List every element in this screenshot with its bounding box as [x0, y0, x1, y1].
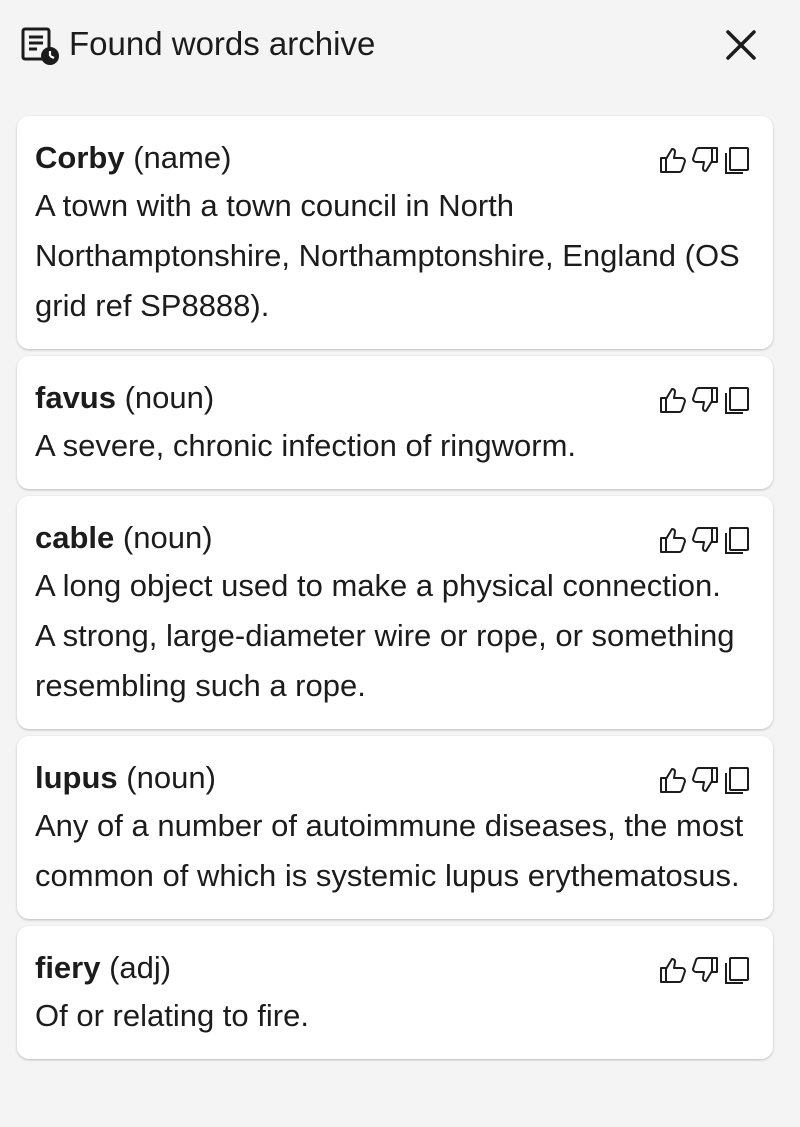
word-card: cable (noun) A long object used to make …: [17, 496, 773, 729]
header: Found words archive: [0, 0, 800, 90]
thumbs-up-icon[interactable]: [657, 764, 689, 796]
thumbs-up-icon[interactable]: [657, 954, 689, 986]
thumbs-down-icon[interactable]: [689, 144, 721, 176]
word-card: fiery (adj) Of or relating to fire.: [17, 926, 773, 1059]
word-definition: A town with a town council in North Nort…: [35, 188, 740, 323]
word-label: cable: [35, 520, 115, 555]
thumbs-down-icon[interactable]: [689, 524, 721, 556]
card-actions: [657, 384, 753, 416]
word-heading: favus (noun): [35, 378, 755, 418]
card-actions: [657, 144, 753, 176]
part-of-speech: (adj): [109, 950, 172, 985]
word-heading: fiery (adj): [35, 948, 755, 988]
part-of-speech: (name): [133, 140, 232, 175]
card-actions: [657, 764, 753, 796]
part-of-speech: (noun): [122, 520, 213, 555]
thumbs-up-icon[interactable]: [657, 384, 689, 416]
part-of-speech: (noun): [124, 380, 215, 415]
close-icon[interactable]: [720, 24, 762, 66]
copy-icon[interactable]: [721, 954, 753, 986]
word-label: lupus: [35, 760, 118, 795]
word-heading: Corby (name): [35, 138, 755, 178]
part-of-speech: (noun): [126, 760, 216, 795]
word-definition: Of or relating to fire.: [35, 998, 309, 1033]
word-definition: A severe, chronic infection of ringworm.: [35, 428, 577, 463]
word-label: favus: [35, 380, 116, 415]
word-card: lupus (noun) Any of a number of autoimmu…: [17, 736, 773, 919]
copy-icon[interactable]: [721, 764, 753, 796]
thumbs-down-icon[interactable]: [689, 384, 721, 416]
word-definition: A long object used to make a physical co…: [35, 568, 735, 703]
word-heading: lupus (noun): [35, 758, 755, 798]
thumbs-up-icon[interactable]: [657, 144, 689, 176]
word-card: favus (noun) A severe, chronic infection…: [17, 356, 773, 489]
found-words-list: Corby (name) A town with a town council …: [17, 116, 773, 1066]
page-title: Found words archive: [69, 25, 376, 62]
archive-history-icon: [20, 26, 62, 66]
thumbs-down-icon[interactable]: [689, 954, 721, 986]
copy-icon[interactable]: [721, 524, 753, 556]
card-actions: [657, 524, 753, 556]
copy-icon[interactable]: [721, 144, 753, 176]
word-definition: Any of a number of autoimmune diseases, …: [35, 808, 744, 893]
word-card: Corby (name) A town with a town council …: [17, 116, 773, 349]
thumbs-up-icon[interactable]: [657, 524, 689, 556]
thumbs-down-icon[interactable]: [689, 764, 721, 796]
word-label: Corby: [35, 140, 125, 175]
word-heading: cable (noun): [35, 518, 755, 558]
card-actions: [657, 954, 753, 986]
copy-icon[interactable]: [721, 384, 753, 416]
word-label: fiery: [35, 950, 101, 985]
